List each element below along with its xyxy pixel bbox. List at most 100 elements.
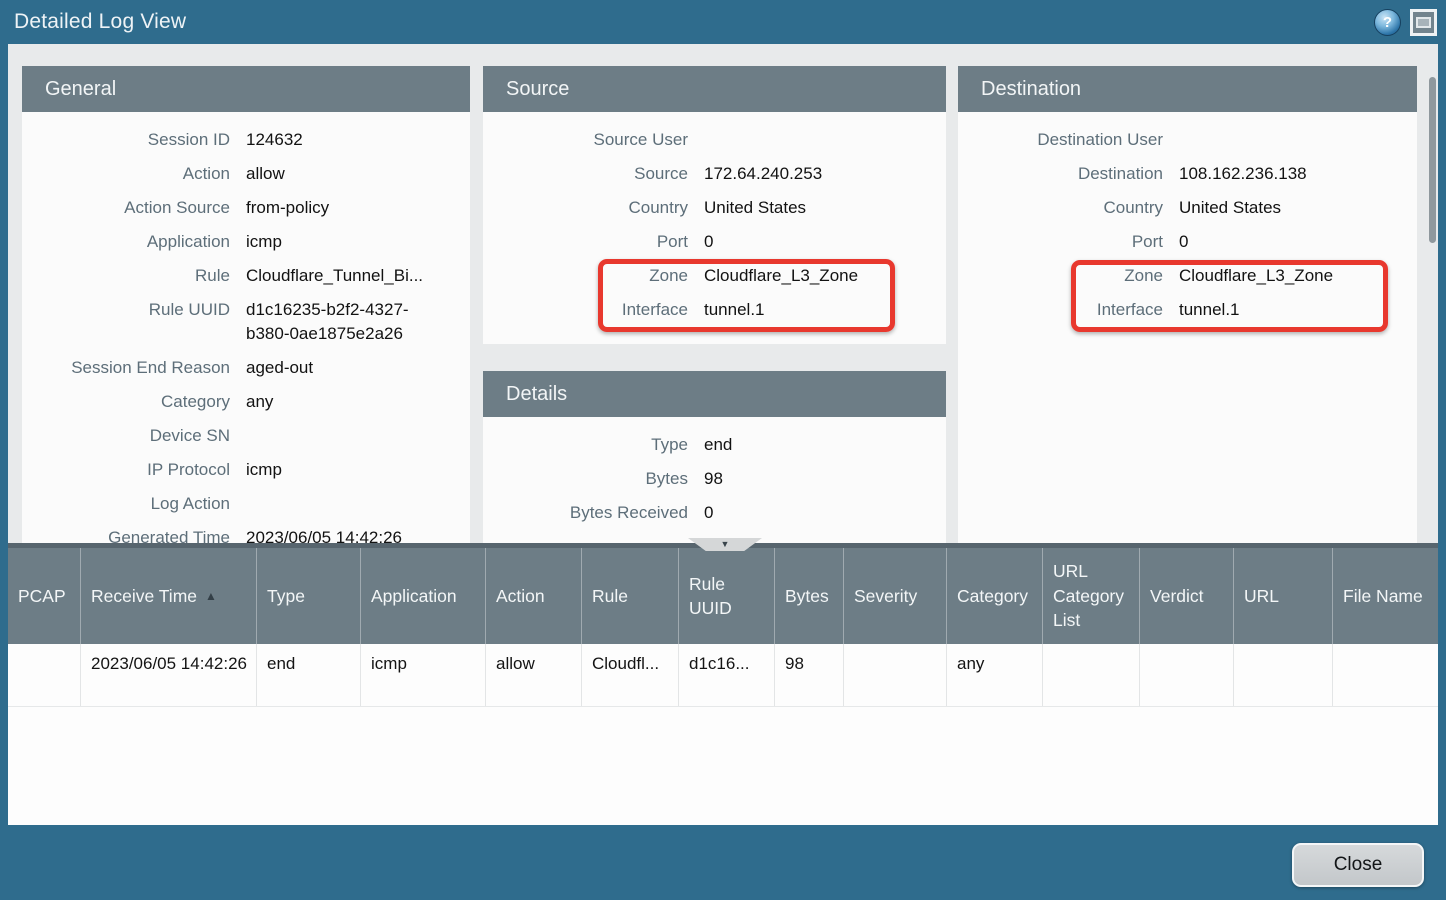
sort-ascending-icon: ▲ (205, 588, 217, 605)
field-label: Category (22, 390, 230, 414)
field-label: Device SN (22, 424, 230, 448)
column-header-action[interactable]: Action (486, 548, 582, 644)
field-label: Action (22, 162, 230, 186)
column-label: Rule (592, 584, 628, 609)
field-ip-protocol: IP Protocolicmp (22, 458, 470, 482)
cell-rule: Cloudfl... (582, 644, 679, 706)
field-label: Destination (958, 162, 1163, 186)
field-label: Port (958, 230, 1163, 254)
maximize-window-icon-inner (1416, 17, 1431, 28)
field-destination-zone: ZoneCloudflare_L3_Zone (958, 264, 1417, 288)
column-header-bytes[interactable]: Bytes (775, 548, 844, 644)
field-value (1179, 128, 1417, 152)
field-source: Source 172.64.240.253 (483, 162, 946, 186)
field-label: Bytes (483, 467, 688, 491)
field-value: 108.162.236.138 (1179, 162, 1417, 186)
cell-rule-uuid: d1c16... (679, 644, 775, 706)
field-value: any (246, 390, 470, 414)
field-value: tunnel.1 (704, 298, 946, 322)
column-header-rule[interactable]: Rule (582, 548, 679, 644)
field-label: Interface (483, 298, 688, 322)
column-header-severity[interactable]: Severity (844, 548, 947, 644)
field-rule: Rule Cloudflare_Tunnel_Bi... (22, 264, 470, 288)
field-value: d1c16235-b2f2-4327-b380-0ae1875e2a26 (246, 298, 470, 346)
field-label: Session End Reason (22, 356, 230, 380)
log-table-row[interactable]: 2023/06/05 14:42:26 end icmp allow Cloud… (8, 644, 1438, 707)
field-destination-country: CountryUnited States (958, 196, 1417, 220)
field-label: Country (958, 196, 1163, 220)
field-application: Applicationicmp (22, 230, 470, 254)
field-value: Cloudflare_L3_Zone (1179, 264, 1417, 288)
column-header-verdict[interactable]: Verdict (1140, 548, 1234, 644)
column-label: URL Category List (1053, 559, 1133, 633)
maximize-window-icon[interactable] (1410, 9, 1437, 36)
field-value: 0 (1179, 230, 1417, 254)
field-destination-interface: Interfacetunnel.1 (958, 298, 1417, 322)
field-value: Cloudflare_Tunnel_Bi... (246, 264, 470, 288)
field-label: Source (483, 162, 688, 186)
field-value: Cloudflare_L3_Zone (704, 264, 946, 288)
field-source-zone: Zone Cloudflare_L3_Zone (483, 264, 946, 288)
field-label: Zone (483, 264, 688, 288)
field-label: Rule (22, 264, 230, 288)
column-label: Type (267, 584, 305, 609)
field-label: Log Action (22, 492, 230, 516)
field-value: icmp (246, 230, 470, 254)
column-header-url[interactable]: URL (1234, 548, 1333, 644)
field-value: 2023/06/05 14:42:26 (246, 526, 470, 544)
field-bytes-received: Bytes Received0 (483, 501, 946, 525)
field-bytes: Bytes 98 (483, 467, 946, 491)
field-label: Port (483, 230, 688, 254)
log-table: PCAP Receive Time▲ Type Application Acti… (8, 543, 1438, 825)
column-label: URL (1244, 584, 1279, 609)
field-value: from-policy (246, 196, 470, 220)
field-source-interface: Interface tunnel.1 (483, 298, 946, 322)
field-session-id: Session ID 124632 (22, 128, 470, 152)
column-header-pcap[interactable]: PCAP (8, 548, 81, 644)
column-header-application[interactable]: Application (361, 548, 486, 644)
field-value: tunnel.1 (1179, 298, 1417, 322)
detailed-log-view-dialog: Detailed Log View ? General Session ID12… (0, 0, 1446, 900)
field-label: Session ID (22, 128, 230, 152)
cell-url-category-list (1043, 644, 1140, 706)
field-value: 0 (704, 230, 946, 254)
column-header-url-category-list[interactable]: URL Category List (1043, 548, 1140, 644)
field-value: United States (704, 196, 946, 220)
column-header-rule-uuid[interactable]: Rule UUID (679, 548, 775, 644)
column-label: Category (957, 584, 1028, 609)
help-icon[interactable]: ? (1374, 9, 1401, 36)
close-button[interactable]: Close (1292, 843, 1424, 887)
source-panel: Source Source User Source172.64.240.253 … (483, 66, 946, 344)
field-source-user: Source User (483, 128, 946, 152)
field-value: 98 (704, 467, 946, 491)
field-label: Action Source (22, 196, 230, 220)
cell-type: end (257, 644, 361, 706)
column-header-receive-time[interactable]: Receive Time▲ (81, 548, 257, 644)
field-rule-uuid: Rule UUIDd1c16235-b2f2-4327-b380-0ae1875… (22, 298, 470, 346)
field-source-country: CountryUnited States (483, 196, 946, 220)
field-value (246, 424, 470, 448)
field-generated-time: Generated Time2023/06/05 14:42:26 (22, 526, 470, 544)
cell-receive-time: 2023/06/05 14:42:26 (81, 644, 257, 706)
destination-panel-body: Destination User Destination108.162.236.… (958, 112, 1417, 322)
column-label: Rule UUID (689, 572, 768, 621)
vertical-scrollbar-thumb[interactable] (1429, 77, 1436, 243)
dialog-title: Detailed Log View (14, 10, 186, 34)
cell-pcap (8, 644, 81, 706)
field-value: allow (246, 162, 470, 186)
column-label: Bytes (785, 584, 829, 609)
cell-file-name (1333, 644, 1438, 706)
field-value: 172.64.240.253 (704, 162, 946, 186)
column-label: PCAP (18, 584, 66, 609)
log-table-header: PCAP Receive Time▲ Type Application Acti… (8, 548, 1438, 644)
help-icon-glyph: ? (1383, 15, 1392, 30)
column-label: Severity (854, 584, 917, 609)
field-label: IP Protocol (22, 458, 230, 482)
field-value: 124632 (246, 128, 470, 152)
column-header-category[interactable]: Category (947, 548, 1043, 644)
field-value (246, 492, 470, 516)
column-header-type[interactable]: Type (257, 548, 361, 644)
field-device-sn: Device SN (22, 424, 470, 448)
titlebar-icons: ? (1374, 9, 1437, 36)
column-header-file-name[interactable]: File Name (1333, 548, 1438, 644)
